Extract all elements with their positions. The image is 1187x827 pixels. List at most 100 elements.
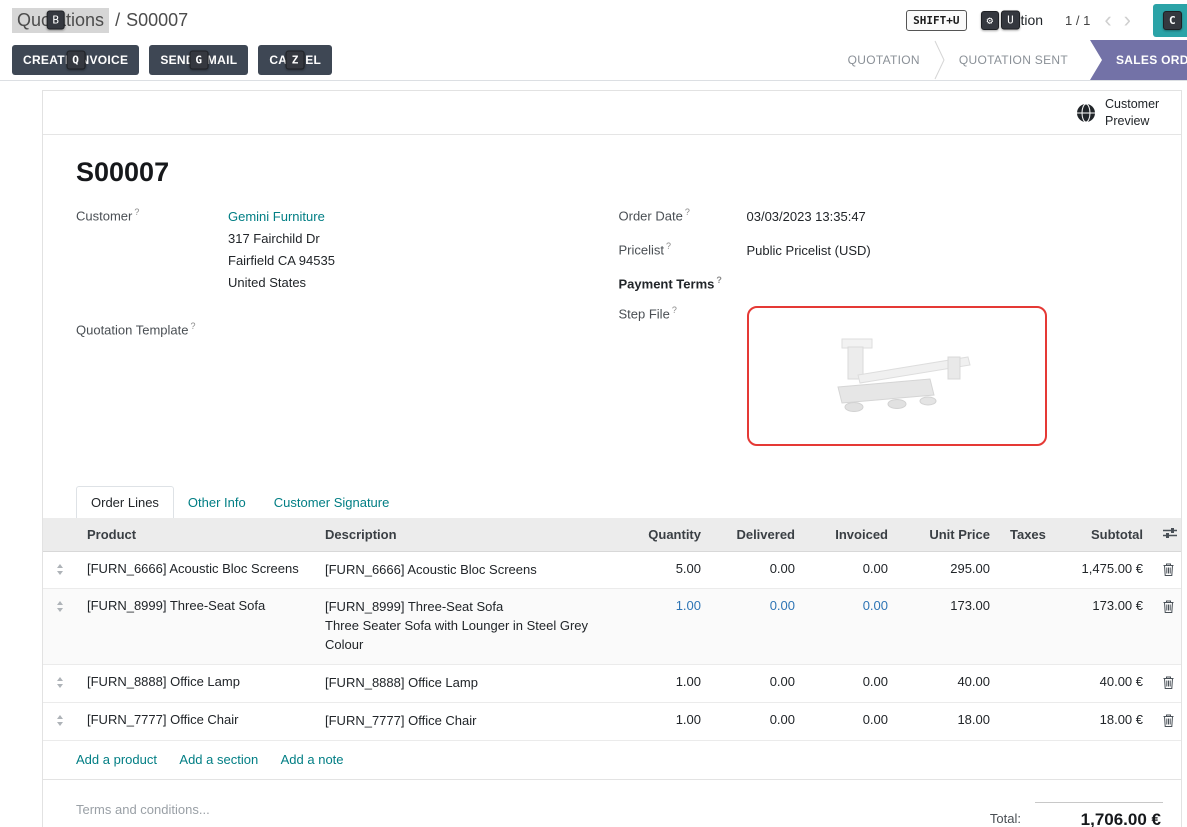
help-icon: ? xyxy=(191,321,196,331)
cell-description[interactable]: [FURN_8888] Office Lamp xyxy=(315,664,611,702)
total-value: 1,706.00 € xyxy=(1035,802,1163,827)
help-icon: ? xyxy=(666,241,671,251)
pricelist-label: Pricelist? xyxy=(619,240,747,262)
cell-delivered[interactable]: 0.00 xyxy=(711,551,805,589)
customer-preview-link[interactable]: Customer Preview xyxy=(1076,96,1167,129)
create-invoice-button[interactable]: CREATE INVOICE Q xyxy=(12,45,139,75)
cell-unit-price[interactable]: 40.00 xyxy=(898,664,1000,702)
status-sales-order[interactable]: SALES ORDER xyxy=(1090,40,1187,80)
gear-icon: ⚙ xyxy=(981,11,1000,30)
drag-handle-icon[interactable] xyxy=(53,598,67,612)
cell-description[interactable]: [FURN_7777] Office Chair xyxy=(315,702,611,740)
cell-product[interactable]: [FURN_7777] Office Chair xyxy=(77,702,315,740)
cell-product[interactable]: [FURN_8888] Office Lamp xyxy=(77,664,315,702)
status-quotation[interactable]: QUOTATION xyxy=(834,53,934,67)
status-quotation-sent[interactable]: QUOTATION SENT xyxy=(945,53,1082,67)
breadcrumb-current: S00007 xyxy=(126,10,188,31)
column-taxes: Taxes xyxy=(1000,518,1056,552)
sheet-header-strip: Customer Preview xyxy=(43,91,1181,135)
column-unit-price: Unit Price xyxy=(898,518,1000,552)
drag-handle-icon[interactable] xyxy=(53,712,67,726)
topbar-right-controls: SHIFT+U ⚙ Action U 1 / 1 ‹ › C CREATE xyxy=(906,0,1187,40)
cell-invoiced[interactable]: 0.00 xyxy=(805,702,898,740)
statusbar: QUOTATION QUOTATION SENT SALES ORDER xyxy=(834,40,1187,80)
delete-row-icon[interactable] xyxy=(1163,561,1174,579)
cell-delivered[interactable]: 0.00 xyxy=(711,702,805,740)
optional-columns-icon[interactable] xyxy=(1163,527,1177,542)
cell-invoiced[interactable]: 0.00 xyxy=(805,664,898,702)
cell-quantity[interactable]: 1.00 xyxy=(611,664,711,702)
total-label: Total: xyxy=(990,802,1021,826)
customer-address-line-1: 317 Fairchild Dr xyxy=(228,228,335,250)
cell-delivered[interactable]: 0.00 xyxy=(711,589,805,665)
cell-description[interactable]: [FURN_6666] Acoustic Bloc Screens xyxy=(315,551,611,589)
order-line-row: [FURN_7777] Office Chair [FURN_7777] Off… xyxy=(43,702,1182,740)
sheet-footer: Terms and conditions... Total: 1,706.00 … xyxy=(43,780,1181,827)
breadcrumb-quotations[interactable]: Quotations B xyxy=(12,8,109,33)
field-grid: Customer? Gemini Furniture 317 Fairchild… xyxy=(76,206,1161,458)
add-a-note-link[interactable]: Add a note xyxy=(281,752,344,767)
action-menu-button[interactable]: ⚙ Action U xyxy=(981,11,1044,30)
cell-taxes[interactable] xyxy=(1000,589,1056,665)
tab-order-lines[interactable]: Order Lines xyxy=(76,486,174,518)
column-description: Description xyxy=(315,518,611,552)
hotkey-badge-create-invoice: Q xyxy=(66,51,85,70)
table-header-row: Product Description Quantity Delivered I… xyxy=(43,518,1182,552)
customer-address-line-2: Fairfield CA 94535 xyxy=(228,250,335,272)
add-a-product-link[interactable]: Add a product xyxy=(76,752,157,767)
order-line-row: [FURN_6666] Acoustic Bloc Screens [FURN_… xyxy=(43,551,1182,589)
cell-taxes[interactable] xyxy=(1000,551,1056,589)
cell-quantity[interactable]: 1.00 xyxy=(611,589,711,665)
tab-other-info[interactable]: Other Info xyxy=(174,487,260,518)
cell-taxes[interactable] xyxy=(1000,702,1056,740)
create-button[interactable]: C CREATE xyxy=(1153,4,1187,37)
handle-column-header xyxy=(43,518,77,552)
cell-description[interactable]: [FURN_8999] Three-Seat Sofa Three Seater… xyxy=(315,589,611,665)
cell-subtotal: 1,475.00 € xyxy=(1056,551,1153,589)
column-quantity: Quantity xyxy=(611,518,711,552)
order-lines-table: Product Description Quantity Delivered I… xyxy=(43,518,1182,741)
delete-row-icon[interactable] xyxy=(1163,712,1174,730)
hotkey-badge-send-email: G xyxy=(189,51,208,70)
add-a-section-link[interactable]: Add a section xyxy=(179,752,258,767)
cell-invoiced[interactable]: 0.00 xyxy=(805,589,898,665)
pager-next-icon[interactable]: › xyxy=(1118,9,1137,31)
step-file-label: Step File? xyxy=(619,304,747,446)
cell-quantity[interactable]: 1.00 xyxy=(611,702,711,740)
cell-product[interactable]: [FURN_6666] Acoustic Bloc Screens xyxy=(77,551,315,589)
hotkey-badge-create: C xyxy=(1163,11,1182,30)
quotation-template-label: Quotation Template? xyxy=(76,320,228,338)
order-line-row: [FURN_8999] Three-Seat Sofa [FURN_8999] … xyxy=(43,589,1182,665)
tab-customer-signature[interactable]: Customer Signature xyxy=(260,487,404,518)
column-delivered: Delivered xyxy=(711,518,805,552)
pricelist-value[interactable]: Public Pricelist (USD) xyxy=(747,240,871,262)
delete-row-icon[interactable] xyxy=(1163,598,1174,616)
quotation-template-input[interactable] xyxy=(228,320,448,338)
pager-previous-icon[interactable]: ‹ xyxy=(1098,9,1117,31)
order-date-value[interactable]: 03/03/2023 13:35:47 xyxy=(747,206,866,228)
delete-row-icon[interactable] xyxy=(1163,674,1174,692)
cancel-button[interactable]: CANCEL Z xyxy=(258,45,332,75)
customer-name-link[interactable]: Gemini Furniture xyxy=(228,206,335,228)
cell-taxes[interactable] xyxy=(1000,664,1056,702)
terms-and-conditions-input[interactable]: Terms and conditions... xyxy=(76,802,210,827)
drag-handle-icon[interactable] xyxy=(53,561,67,575)
cell-quantity[interactable]: 5.00 xyxy=(611,551,711,589)
cell-subtotal: 173.00 € xyxy=(1056,589,1153,665)
step-file-image[interactable] xyxy=(747,306,1047,446)
totals-block: Total: 1,706.00 € xyxy=(990,802,1163,827)
cell-unit-price[interactable]: 173.00 xyxy=(898,589,1000,665)
hotkey-badge-action: U xyxy=(1001,11,1020,30)
cell-delivered[interactable]: 0.00 xyxy=(711,664,805,702)
form-sheet: Customer Preview S00007 Customer? Gemini… xyxy=(42,90,1182,827)
column-subtotal: Subtotal xyxy=(1056,518,1153,552)
cell-unit-price[interactable]: 295.00 xyxy=(898,551,1000,589)
breadcrumb-separator: / xyxy=(115,10,120,31)
cell-unit-price[interactable]: 18.00 xyxy=(898,702,1000,740)
hotkey-badge-cancel: Z xyxy=(286,51,305,70)
send-email-button[interactable]: SEND EMAIL G xyxy=(149,45,248,75)
cell-product[interactable]: [FURN_8999] Three-Seat Sofa xyxy=(77,589,315,665)
cell-invoiced[interactable]: 0.00 xyxy=(805,551,898,589)
drag-handle-icon[interactable] xyxy=(53,674,67,688)
help-icon: ? xyxy=(134,207,139,217)
